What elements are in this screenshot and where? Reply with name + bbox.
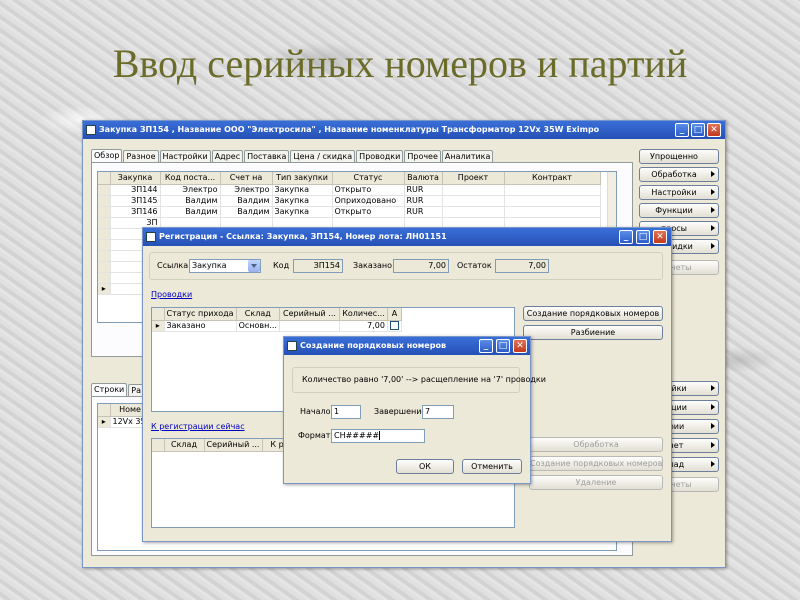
col-serial[interactable]: Серийный ... [204, 439, 263, 452]
tab-analytics[interactable]: Аналитика [441, 150, 494, 162]
cancel-button[interactable]: Отменить [462, 459, 522, 474]
dialog-message: Количество равно '7,00' --> расщепление … [302, 375, 546, 384]
registration-window-titlebar[interactable]: Регистрация - Ссылка: Закупка, ЗП154, Но… [143, 228, 671, 246]
col-receipt-status[interactable]: Статус прихода [164, 308, 237, 321]
remainder-label: Остаток [457, 261, 492, 270]
maximize-button[interactable]: □ [691, 123, 705, 137]
tab-lines[interactable]: Строки [91, 383, 128, 396]
table-row[interactable]: ▸ Заказано Основн... 7,00 [152, 320, 402, 332]
split-button[interactable]: Разбиение [523, 325, 663, 340]
processing-menu-button[interactable]: Обработка [639, 167, 719, 182]
lower-tabs: Строки Ра [91, 383, 145, 396]
tab-delivery[interactable]: Поставка [244, 150, 290, 162]
tab-price[interactable]: Цена / скидка [290, 150, 356, 162]
app-icon [146, 232, 156, 242]
col-a[interactable]: А [387, 308, 402, 321]
app-icon [86, 125, 96, 135]
tab-settings[interactable]: Настройки [159, 150, 211, 162]
chevron-right-icon [711, 225, 715, 231]
text-caret [379, 431, 381, 440]
postings-link[interactable]: Проводки [151, 290, 192, 299]
chevron-right-icon [711, 442, 715, 448]
app-icon [287, 341, 297, 351]
format-input[interactable]: СН##### [331, 429, 425, 443]
create-numbers-button-2[interactable]: Создание порядковых номеров [529, 456, 663, 471]
current-row-marker-icon: ▸ [98, 416, 111, 428]
chevron-down-icon[interactable] [248, 260, 260, 272]
table-row[interactable]: ЗП146 Валдим Валдим Закупка Открыто RUR [98, 206, 601, 218]
end-input[interactable]: 7 [422, 405, 454, 419]
tab-postings[interactable]: Проводки [356, 150, 404, 162]
maximize-button[interactable]: □ [496, 339, 510, 353]
register-now-link[interactable]: К регистрации сейчас [151, 422, 245, 431]
chevron-right-icon [711, 404, 715, 410]
end-label: Завершение [374, 407, 427, 416]
tab-other[interactable]: Прочее [404, 150, 441, 162]
slide-title: Ввод серийных номеров и партий [112, 41, 688, 86]
code-label: Код [273, 261, 290, 270]
close-button[interactable]: ✕ [653, 230, 667, 244]
functions-menu-button[interactable]: Функции [639, 203, 719, 218]
tab-overview[interactable]: Обзор [91, 149, 123, 162]
ordered-label: Заказано [353, 261, 393, 270]
minimize-button[interactable]: _ [619, 230, 633, 244]
col-purchase-type[interactable]: Тип закупки [272, 172, 333, 185]
chevron-right-icon [711, 189, 715, 195]
dialog-titlebar[interactable]: Создание порядковых номеров [284, 337, 530, 355]
col-currency[interactable]: Валюта [404, 172, 443, 185]
chevron-right-icon [711, 385, 715, 391]
col-purchase[interactable]: Закупка [110, 172, 161, 185]
close-button[interactable]: ✕ [513, 339, 527, 353]
format-label: Формат [298, 431, 331, 440]
checkbox[interactable] [389, 320, 399, 330]
col-contract[interactable]: Контракт [504, 172, 601, 185]
maximize-button[interactable]: □ [636, 230, 650, 244]
main-tabs: Обзор Разное Настройки Адрес Поставка Цена / … [91, 149, 494, 162]
col-project[interactable]: Проект [442, 172, 505, 185]
registration-window-title: Регистрация - Ссылка: Закупка, ЗП154, Но… [159, 232, 447, 241]
ref-label: Ссылка [157, 261, 189, 270]
create-numbers-dialog: Создание порядковых номеров _ □ ✕ Количе… [283, 336, 546, 484]
current-row-marker-icon: ▸ [152, 320, 165, 332]
chevron-right-icon [711, 171, 715, 177]
register-table: Склад Серийный ... К р [152, 439, 293, 452]
chevron-right-icon [711, 207, 715, 213]
chevron-right-icon [711, 461, 715, 467]
chevron-right-icon [711, 423, 715, 429]
col-status[interactable]: Статус [332, 172, 405, 185]
code-field: ЗП154 [293, 259, 343, 273]
col-warehouse[interactable]: Склад [236, 308, 280, 321]
postings-table: Статус прихода Склад Серийный ... Количе… [152, 308, 402, 332]
ordered-field: 7,00 [393, 259, 449, 273]
table-row[interactable]: ЗП145 Валдим Валдим Закупка Оприходовано RUR [98, 195, 601, 207]
col-supplier-code[interactable]: Код поста... [160, 172, 221, 185]
close-button[interactable]: ✕ [707, 123, 721, 137]
delete-button[interactable]: Удаление [529, 475, 663, 490]
settings-menu-button[interactable]: Настройки [639, 185, 719, 200]
col-quantity[interactable]: Количес... [339, 308, 388, 321]
start-label: Начало [300, 407, 331, 416]
tab-misc[interactable]: Разное [123, 150, 159, 162]
current-row-marker-icon: ▸ [98, 283, 111, 295]
create-numbers-button[interactable]: Создание порядковых номеров [523, 306, 663, 321]
processing-button[interactable]: Обработка [529, 437, 663, 452]
purchase-window-title: Закупка ЗП154 , Название ООО "Электросил… [99, 125, 600, 134]
indicator-header [98, 172, 111, 185]
minimize-button[interactable]: _ [479, 339, 493, 353]
start-input[interactable]: 1 [331, 405, 361, 419]
remainder-field: 7,00 [495, 259, 549, 273]
tab-address[interactable]: Адрес [211, 150, 244, 162]
purchase-window-titlebar[interactable]: Закупка ЗП154 , Название ООО "Электросил… [83, 121, 725, 139]
table-row[interactable]: ЗП144 Электро Электро Закупка Открыто RUR [98, 184, 601, 196]
ok-button[interactable]: ОК [396, 459, 454, 474]
dialog-title: Создание порядковых номеров [300, 341, 447, 350]
simplified-button[interactable]: Упрощенно [639, 149, 719, 164]
col-serial[interactable]: Серийный ... [279, 308, 340, 321]
chevron-right-icon [711, 243, 715, 249]
minimize-button[interactable]: _ [675, 123, 689, 137]
col-warehouse[interactable]: Склад [164, 439, 205, 452]
col-invoice[interactable]: Счет на [220, 172, 273, 185]
